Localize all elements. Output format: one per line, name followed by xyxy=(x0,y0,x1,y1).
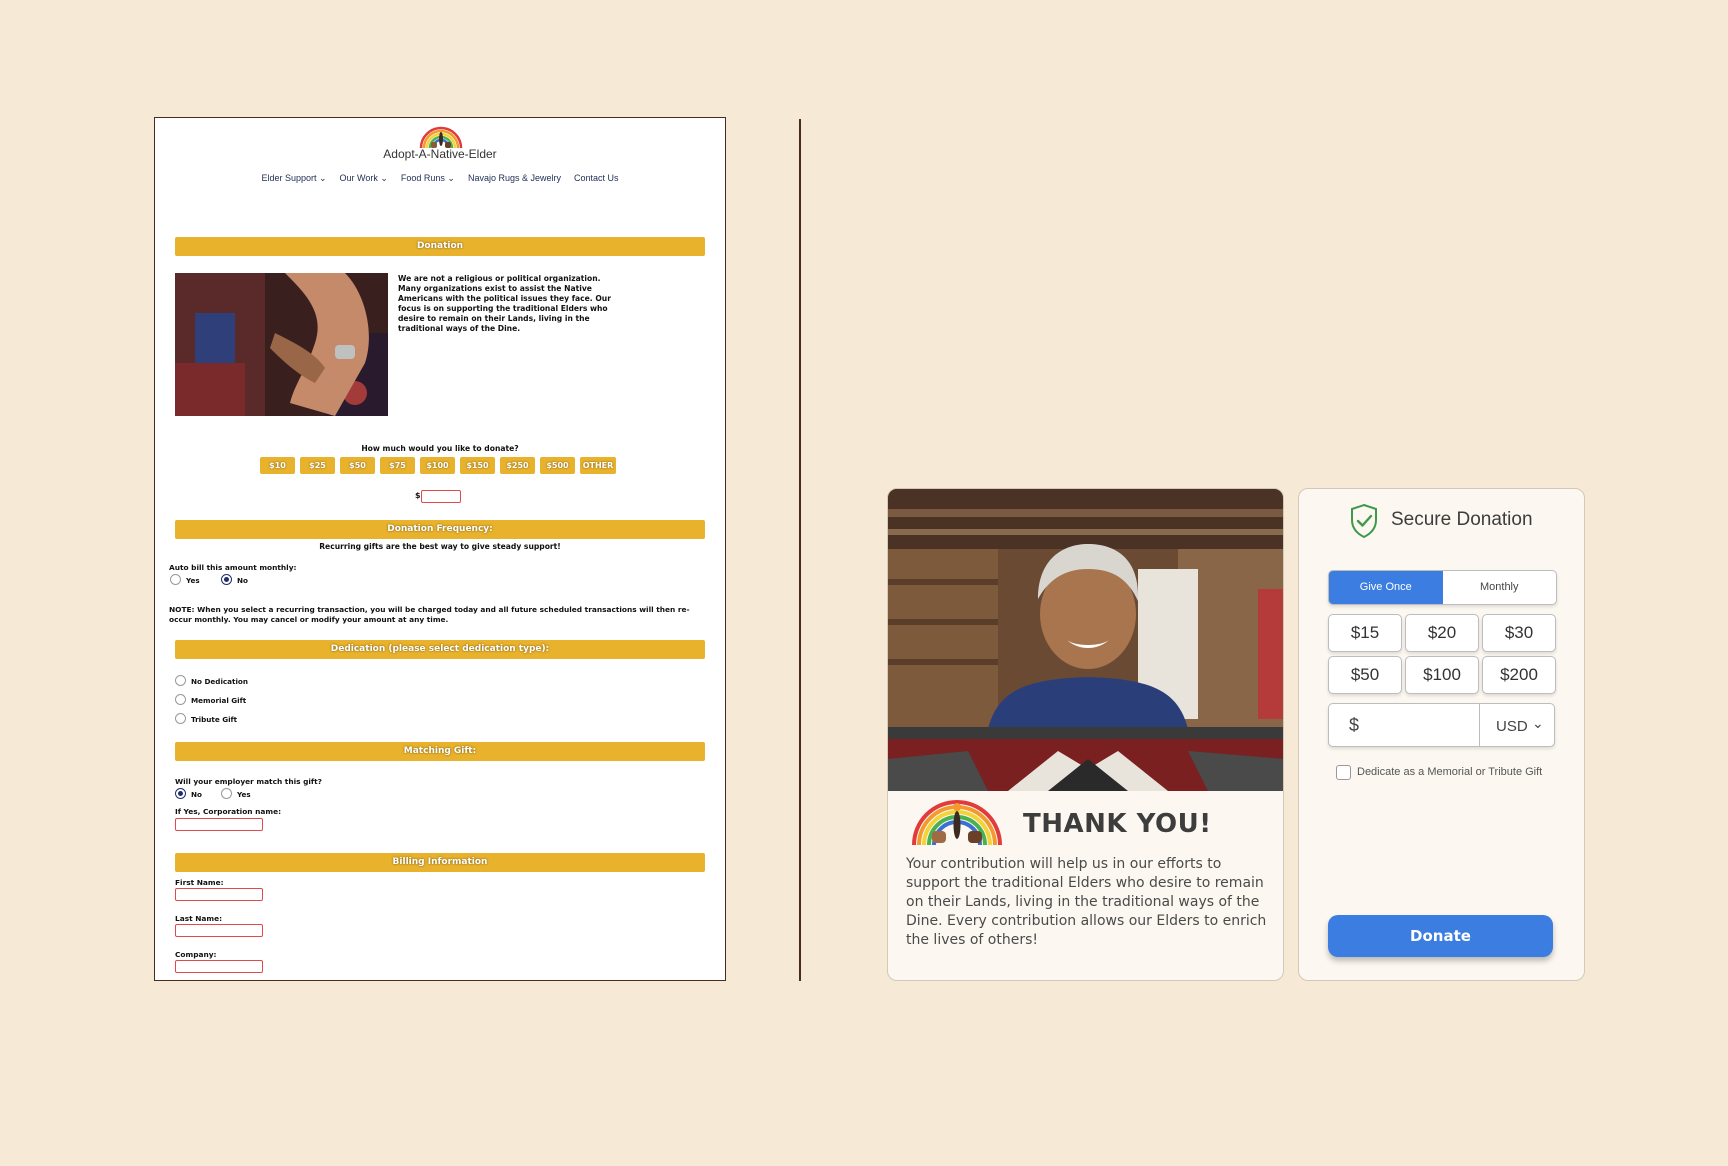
last-name-label: Last Name: xyxy=(175,914,223,923)
main-nav: Elder Support ⌄ Our Work ⌄ Food Runs ⌄ N… xyxy=(155,173,725,184)
thank-you-card: THANK YOU! Your contribution will help u… xyxy=(887,488,1284,981)
match-yes-radio[interactable] xyxy=(221,788,232,799)
auto-bill-label: Auto bill this amount monthly: xyxy=(169,563,297,572)
amount-75-button[interactable]: $75 xyxy=(380,457,415,474)
recurring-note: NOTE: When you select a recurring transa… xyxy=(169,605,690,624)
amount-150-button[interactable]: $150 xyxy=(460,457,495,474)
section-bar-matching: Matching Gift: xyxy=(175,742,705,761)
match-question: Will your employer match this gift? xyxy=(175,777,322,786)
amount-grid: $15 $20 $30 $50 $100 $200 xyxy=(1328,614,1556,694)
tab-give-once[interactable]: Give Once xyxy=(1329,571,1443,604)
dedicate-checkbox[interactable] xyxy=(1336,765,1351,780)
amount-100-button[interactable]: $100 xyxy=(1405,656,1479,694)
section-bar-frequency: Donation Frequency: xyxy=(175,520,705,539)
section-bar-donation: Donation xyxy=(175,237,705,256)
amount-30-button[interactable]: $30 xyxy=(1482,614,1556,652)
thank-you-body: Your contribution will help us in our ef… xyxy=(906,856,1267,948)
memorial-gift-radio[interactable] xyxy=(175,694,186,705)
match-no-radio[interactable] xyxy=(175,788,186,799)
currency-symbol: $ xyxy=(1349,715,1360,735)
rainbow-logo-icon xyxy=(912,800,1002,846)
amount-500-button[interactable]: $500 xyxy=(540,457,575,474)
amount-15-button[interactable]: $15 xyxy=(1328,614,1402,652)
recurring-text: Recurring gifts are the best way to give… xyxy=(319,542,561,551)
amount-20-button[interactable]: $20 xyxy=(1405,614,1479,652)
amount-50-button[interactable]: $50 xyxy=(1328,656,1402,694)
amount-50-button[interactable]: $50 xyxy=(340,457,375,474)
amount-question: How much would you like to donate? xyxy=(361,444,519,453)
dollar-sign: $ xyxy=(415,491,421,500)
field-separator xyxy=(1479,704,1480,746)
brand-name: Adopt-A-Native-Elder xyxy=(383,147,497,161)
amount-10-button[interactable]: $10 xyxy=(260,457,295,474)
hands-photo xyxy=(175,273,388,416)
auto-bill-yes-radio[interactable] xyxy=(170,574,181,585)
auto-bill-no-label: No xyxy=(237,576,248,585)
auto-bill-yes-label: Yes xyxy=(186,576,200,585)
amount-other-button[interactable]: OTHER xyxy=(580,457,616,474)
frequency-toggle: Give Once Monthly xyxy=(1328,570,1557,605)
last-name-input[interactable] xyxy=(175,924,263,937)
chevron-down-icon[interactable]: ⌄ xyxy=(1532,716,1544,732)
amount-100-button[interactable]: $100 xyxy=(420,457,455,474)
amount-25-button[interactable]: $25 xyxy=(300,457,335,474)
auto-bill-no-radio[interactable] xyxy=(221,574,232,585)
elder-photo xyxy=(888,489,1283,791)
section-bar-dedication: Dedication (please select dedication typ… xyxy=(175,640,705,659)
old-donation-page: Adopt-A-Native-Elder Elder Support ⌄ Our… xyxy=(154,117,726,981)
company-label: Company: xyxy=(175,950,217,959)
nav-food-runs[interactable]: Food Runs ⌄ xyxy=(401,173,455,184)
vertical-divider xyxy=(799,119,801,981)
tribute-gift-label: Tribute Gift xyxy=(191,715,238,724)
custom-amount-field[interactable]: $ USD ⌄ xyxy=(1328,703,1555,747)
match-no-label: No xyxy=(191,790,202,799)
corporation-label: If Yes, Corporation name: xyxy=(175,807,282,816)
intro-text: We are not a religious or political orga… xyxy=(398,274,611,333)
currency-select[interactable]: USD xyxy=(1496,718,1528,735)
section-bar-billing: Billing Information xyxy=(175,853,705,872)
custom-amount-input[interactable] xyxy=(421,490,461,503)
amount-buttons: $10 $25 $50 $75 $100 $150 $250 $500 OTHE… xyxy=(260,457,616,474)
no-dedication-label: No Dedication xyxy=(191,677,248,686)
secure-donation-card: Secure Donation Give Once Monthly $15 $2… xyxy=(1298,488,1585,981)
nav-elder-support[interactable]: Elder Support ⌄ xyxy=(261,173,326,184)
amount-200-button[interactable]: $200 xyxy=(1482,656,1556,694)
secure-donation-title: Secure Donation xyxy=(1391,509,1533,530)
memorial-gift-label: Memorial Gift xyxy=(191,696,247,705)
donate-button[interactable]: Donate xyxy=(1328,915,1553,957)
shield-check-icon xyxy=(1351,503,1377,539)
first-name-input[interactable] xyxy=(175,888,263,901)
nav-contact-us[interactable]: Contact Us xyxy=(574,173,619,184)
tribute-gift-radio[interactable] xyxy=(175,713,186,724)
amount-250-button[interactable]: $250 xyxy=(500,457,535,474)
dedicate-label: Dedicate as a Memorial or Tribute Gift xyxy=(1357,766,1543,778)
match-yes-label: Yes xyxy=(237,790,251,799)
company-input[interactable] xyxy=(175,960,263,973)
first-name-label: First Name: xyxy=(175,878,224,887)
no-dedication-radio[interactable] xyxy=(175,675,186,686)
nav-navajo-rugs[interactable]: Navajo Rugs & Jewelry xyxy=(468,173,561,184)
thank-you-title: THANK YOU! xyxy=(1023,809,1212,839)
tab-monthly[interactable]: Monthly xyxy=(1443,571,1557,604)
corporation-name-input[interactable] xyxy=(175,818,263,831)
nav-our-work[interactable]: Our Work ⌄ xyxy=(340,173,388,184)
